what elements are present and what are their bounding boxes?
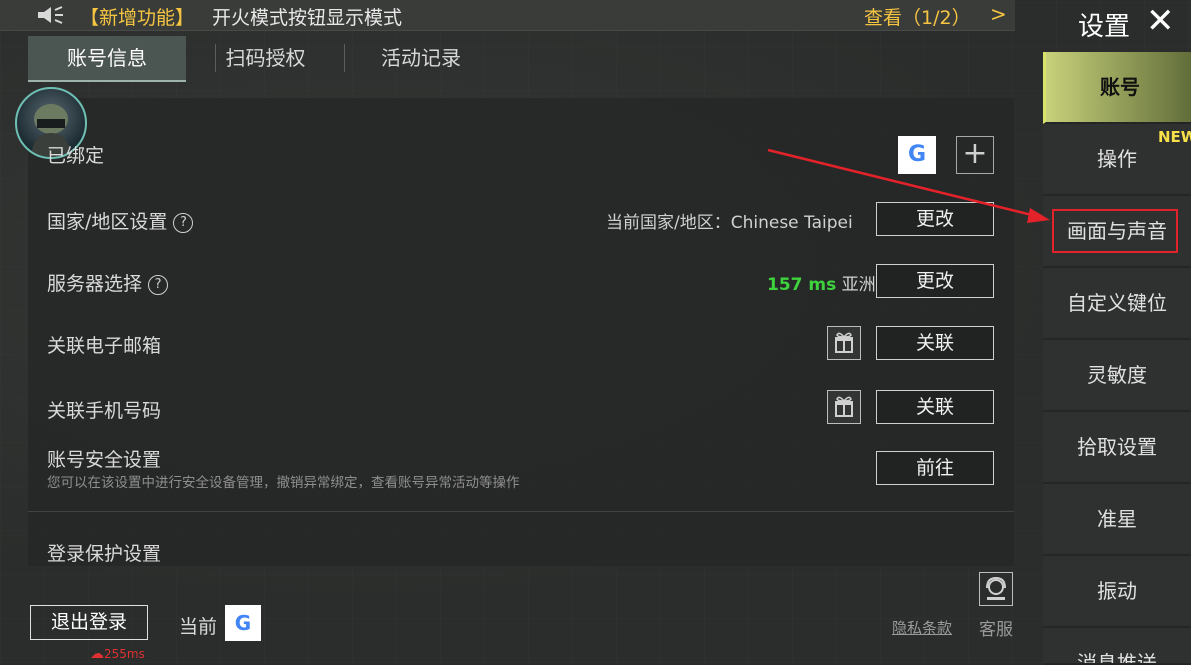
notice-message: 开火模式按钮显示模式: [212, 7, 403, 29]
gift-icon[interactable]: [827, 326, 861, 360]
sidebar-item-notifications[interactable]: 消息推送: [1043, 628, 1191, 665]
notice-tag: 【新增功能】: [80, 7, 195, 29]
privacy-link[interactable]: 隐私条款: [892, 617, 952, 638]
server-ping: 157 ms: [767, 275, 837, 295]
divider: [28, 511, 1014, 512]
help-icon[interactable]: ?: [148, 275, 169, 295]
link-email-label: 关联电子邮箱: [47, 335, 162, 357]
google-icon[interactable]: G: [898, 136, 936, 174]
customer-service-label[interactable]: 客服: [979, 615, 1013, 640]
sidebar-item-vibration[interactable]: 振动: [1043, 556, 1191, 628]
notice-view-link[interactable]: 查看（1/2）: [864, 3, 971, 30]
new-badge: NEW: [1158, 128, 1191, 146]
network-ping: ☁255ms: [90, 646, 145, 662]
ping-value: 255ms: [104, 647, 145, 661]
change-server-button[interactable]: 更改: [876, 264, 994, 298]
current-login-label: 当前: [179, 616, 218, 638]
tab-divider: [344, 44, 345, 72]
logout-button[interactable]: 退出登录: [30, 605, 148, 640]
account-security-description: 您可以在该设置中进行安全设备管理，撤销异常绑定，查看账号异常活动等操作: [47, 475, 520, 491]
gift-icon[interactable]: [827, 390, 861, 424]
help-icon[interactable]: ?: [173, 213, 194, 233]
server-region: 亚洲: [841, 275, 876, 295]
login-protection-label[interactable]: 登录保护设置: [47, 539, 161, 566]
customer-service-icon[interactable]: [979, 572, 1013, 606]
sidebar-item-custom-layout[interactable]: 自定义键位: [1043, 268, 1191, 340]
highlight-box: [1052, 209, 1178, 253]
link-phone-label: 关联手机号码: [47, 400, 162, 422]
google-icon: G: [225, 605, 261, 641]
server-select-row: 服务器选择?: [47, 269, 169, 296]
sidebar-item-pickup[interactable]: 拾取设置: [1043, 412, 1191, 484]
tab-account-info[interactable]: 账号信息: [28, 36, 186, 82]
server-select-label: 服务器选择: [47, 273, 143, 295]
sidebar-item-sensitivity[interactable]: 灵敏度: [1043, 340, 1191, 412]
link-phone-button[interactable]: 关联: [876, 390, 994, 424]
close-icon[interactable]: ✕: [1146, 4, 1175, 38]
sidebar-item-crosshair[interactable]: 准星: [1043, 484, 1191, 556]
server-status: 157 ms 亚洲: [767, 270, 876, 295]
tab-qr-auth[interactable]: 扫码授权: [188, 36, 343, 80]
sidebar-item-account[interactable]: 账号: [1043, 52, 1191, 124]
region-setting-row: 国家/地区设置?: [47, 207, 194, 234]
cloud-icon: ☁: [90, 646, 104, 662]
tab-activity-log[interactable]: 活动记录: [346, 36, 496, 80]
chevron-right-icon[interactable]: >: [990, 2, 1007, 26]
speaker-icon: [38, 6, 63, 24]
link-email-button[interactable]: 关联: [876, 326, 994, 360]
account-security-label: 账号安全设置: [47, 449, 162, 471]
add-binding-button[interactable]: +: [956, 136, 994, 174]
account-panel: [28, 98, 1014, 566]
region-setting-label: 国家/地区设置: [47, 211, 168, 233]
account-tabs: 账号信息 扫码授权 活动记录: [28, 36, 1014, 82]
current-region-text: 当前国家/地区：Chinese Taipei: [606, 213, 853, 233]
bound-label: 已绑定: [47, 145, 105, 167]
go-security-button[interactable]: 前往: [876, 451, 994, 485]
announcement-bar[interactable]: 【新增功能】 开火模式按钮显示模式 查看（1/2） >: [0, 0, 1015, 31]
change-region-button[interactable]: 更改: [876, 202, 994, 236]
settings-title: 设置: [1078, 12, 1131, 42]
